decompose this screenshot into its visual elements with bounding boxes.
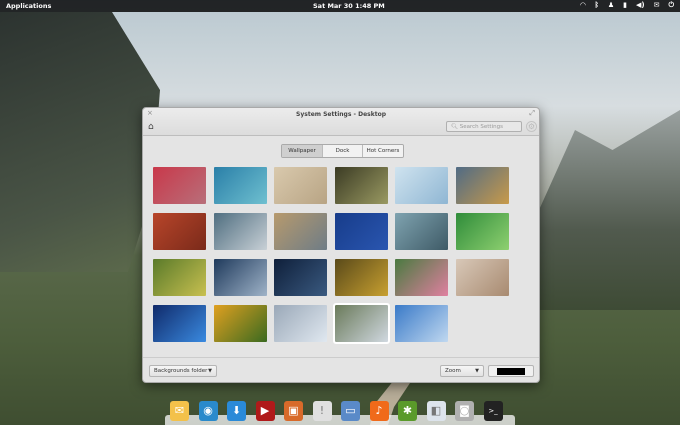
wifi-icon[interactable]: ◠ — [580, 1, 585, 10]
dock-settings-icon[interactable]: ◧ — [426, 401, 446, 421]
power-icon[interactable]: ⏻ — [668, 1, 674, 10]
title-bar: × System Settings - Desktop ⤢ ⌂ 🔍︎ Searc… — [143, 108, 539, 136]
wallpaper-thumbnail[interactable] — [213, 305, 267, 342]
gear-icon[interactable]: ⚙ — [526, 121, 537, 132]
wallpaper-mode-select[interactable]: Zoom ▼ — [440, 365, 484, 377]
wallpaper-thumbnail[interactable] — [274, 167, 327, 204]
wallpaper-thumbnail[interactable] — [334, 213, 388, 250]
dock-photos-icon[interactable]: ▣ — [284, 401, 303, 421]
applications-menu[interactable]: Applications — [6, 2, 51, 10]
wallpaper-thumbnail[interactable] — [274, 259, 327, 296]
tab-wallpaper[interactable]: Wallpaper — [282, 145, 322, 157]
wallpaper-thumbnail[interactable] — [395, 167, 448, 204]
color-swatch — [497, 368, 525, 375]
mail-icon[interactable]: ✉ — [654, 1, 660, 10]
wallpaper-thumbnail[interactable] — [153, 167, 206, 204]
chevron-down-icon: ▼ — [475, 368, 479, 374]
dock-files-icon[interactable]: ▭ — [341, 401, 360, 421]
wallpaper-thumbnail[interactable] — [153, 305, 206, 342]
dock-music-icon[interactable]: ♪ — [369, 401, 389, 421]
dock-camera-icon[interactable]: ◙ — [455, 401, 474, 421]
maximize-icon[interactable]: ⤢ — [529, 109, 535, 118]
dock-mail-icon[interactable]: ✉ — [170, 401, 189, 421]
backgrounds-folder-label: Backgrounds folder — [154, 368, 208, 374]
wallpaper-mountain-right — [530, 110, 680, 310]
search-placeholder: Search Settings — [459, 124, 503, 130]
wallpaper-thumbnail[interactable] — [274, 213, 327, 250]
dock-video-icon[interactable]: ▶ — [255, 401, 275, 421]
wallpaper-thumbnail[interactable] — [395, 305, 448, 342]
wallpaper-thumbnail[interactable] — [455, 167, 509, 204]
wallpaper-thumbnail[interactable] — [455, 259, 509, 296]
wallpaper-thumbnail[interactable] — [213, 259, 267, 296]
dock-terminal-icon[interactable]: >_ — [483, 401, 503, 421]
mode-label: Zoom — [445, 368, 461, 374]
wallpaper-thumbnail[interactable] — [274, 305, 327, 342]
wallpaper-thumbnail[interactable] — [213, 213, 267, 250]
volume-icon[interactable]: ◀) — [636, 1, 645, 10]
battery-icon[interactable]: ▮ — [623, 1, 627, 10]
backgrounds-folder-select[interactable]: Backgrounds folder ▼ — [149, 365, 217, 377]
search-input[interactable]: 🔍︎ Search Settings — [446, 121, 522, 132]
wallpaper-thumbnail[interactable] — [395, 259, 448, 296]
tab-bar: Wallpaper Dock Hot Corners — [281, 144, 404, 158]
tab-dock[interactable]: Dock — [322, 145, 362, 157]
dock-downloads-icon[interactable]: ⬇ — [227, 401, 246, 421]
dock-notes-icon[interactable]: ! — [312, 401, 332, 421]
wallpaper-thumbnail[interactable] — [334, 259, 388, 296]
wallpaper-thumbnail[interactable] — [332, 303, 390, 344]
dock-bug-icon[interactable]: ✱ — [398, 401, 417, 421]
top-panel: Applications Sat Mar 30 1:48 PM ◠ ᛒ ♟ ▮ … — [0, 0, 680, 12]
wallpaper-thumbnail[interactable] — [334, 167, 388, 204]
chevron-down-icon: ▼ — [208, 368, 212, 374]
window-title: System Settings - Desktop — [296, 111, 386, 118]
bluetooth-icon[interactable]: ᛒ — [595, 1, 599, 10]
wallpaper-thumbnail[interactable] — [455, 213, 509, 250]
wallpaper-thumbnail[interactable] — [395, 213, 448, 250]
home-icon[interactable]: ⌂ — [148, 122, 154, 132]
color-picker-button[interactable] — [488, 365, 534, 377]
tab-hot-corners[interactable]: Hot Corners — [362, 145, 403, 157]
clock[interactable]: Sat Mar 30 1:48 PM — [313, 2, 385, 10]
dock-browser-icon[interactable]: ◉ — [198, 401, 218, 421]
wallpaper-thumbnail[interactable] — [153, 213, 206, 250]
wallpaper-mountain-left — [0, 12, 160, 272]
bottom-bar: Backgrounds folder ▼ Zoom ▼ — [143, 357, 539, 382]
user-icon[interactable]: ♟ — [608, 1, 614, 10]
wallpaper-thumbnail[interactable] — [153, 259, 206, 296]
wallpaper-grid — [153, 167, 509, 344]
wallpaper-thumbnail[interactable] — [213, 167, 267, 204]
dock-icons: ✉ ◉ ⬇ ▶ ▣! ▭ ♪ ✱ ◧ ◙ >_ — [170, 401, 503, 421]
system-settings-window: × System Settings - Desktop ⤢ ⌂ 🔍︎ Searc… — [142, 107, 540, 383]
